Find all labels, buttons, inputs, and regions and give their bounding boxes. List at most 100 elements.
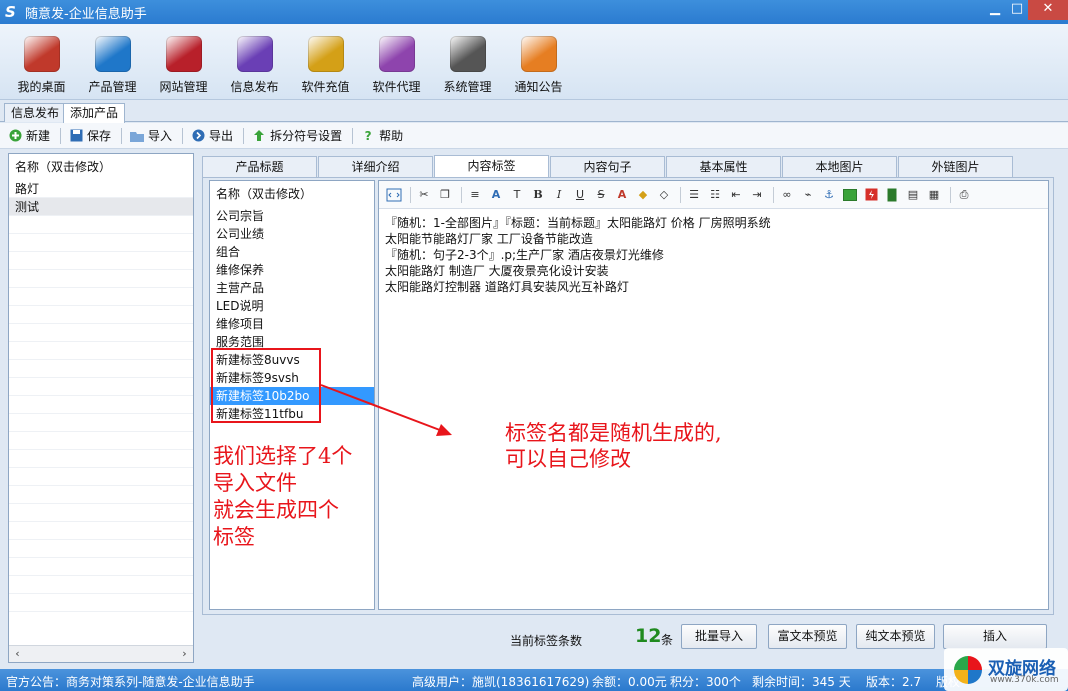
tag-list-item[interactable]: 公司业绩 <box>210 225 374 243</box>
eraser-icon[interactable]: ◇ <box>655 186 673 204</box>
plain-preview-button[interactable]: 纯文本预览 <box>856 624 935 649</box>
font-color-icon[interactable]: A <box>613 186 631 204</box>
highlight-icon[interactable]: ◆ <box>634 186 652 204</box>
toolbar-item-magic-wand[interactable]: 信息发布 <box>219 24 290 99</box>
empty-row <box>9 324 193 342</box>
export-button[interactable]: 导出 <box>191 127 233 144</box>
align-icon[interactable]: ≡ <box>466 186 484 204</box>
justify-icon[interactable]: ☰ <box>685 186 703 204</box>
font-size-icon[interactable]: T <box>508 186 526 204</box>
tag-list-item[interactable]: 组合 <box>210 243 374 261</box>
home-icon <box>23 36 60 72</box>
content-tab[interactable]: 详细介绍 <box>318 156 433 177</box>
toolbar-separator <box>60 127 62 144</box>
toolbar-item-home[interactable]: 我的桌面 <box>6 24 77 99</box>
split-settings-button[interactable]: 拆分符号设置 <box>252 127 342 144</box>
link-icon[interactable]: ∞ <box>778 186 796 204</box>
source-icon[interactable] <box>385 186 403 204</box>
tag-list-item[interactable]: LED说明 <box>210 297 374 315</box>
toolbar-separator <box>243 127 245 144</box>
italic-icon[interactable]: I <box>550 186 568 204</box>
media-icon[interactable] <box>883 186 901 204</box>
product-list-item[interactable]: 路灯 <box>9 180 193 198</box>
export-button-label: 导出 <box>209 129 234 143</box>
toolbar-item-gift[interactable]: 软件代理 <box>361 24 432 99</box>
tab-add-product[interactable]: 添加产品 <box>63 103 126 123</box>
minimize-button[interactable]: ▁ <box>984 0 1006 20</box>
list-icon[interactable]: ☷ <box>706 186 724 204</box>
content-tab[interactable]: 本地图片 <box>782 156 897 177</box>
empty-row <box>9 432 193 450</box>
editor-line: 太阳能路灯 制造厂 大厦夜景亮化设计安装 <box>385 264 609 278</box>
strikethrough-icon[interactable]: S <box>592 186 610 204</box>
cut-icon[interactable]: ✂ <box>415 186 433 204</box>
toolbar-item-server[interactable]: 网站管理 <box>148 24 219 99</box>
print-icon[interactable]: ⎙ <box>955 186 973 204</box>
page-tabs: 信息发布 添加产品 <box>0 100 1068 123</box>
save-button[interactable]: 保存 <box>69 127 111 144</box>
empty-row <box>9 288 193 306</box>
plus-circle-icon <box>8 129 22 143</box>
annotation-line: 可以自己修改 <box>505 447 631 471</box>
rich-preview-button[interactable]: 富文本预览 <box>768 624 847 649</box>
font-icon[interactable]: A <box>487 186 505 204</box>
underline-icon[interactable]: U <box>571 186 589 204</box>
help-button[interactable]: ? 帮助 <box>361 127 404 144</box>
outdent-icon[interactable]: ⇤ <box>727 186 745 204</box>
content-tabs: 产品标题 详细介绍 内容标签 内容句子 基本属性 本地图片 外链图片 <box>202 155 1052 177</box>
indent-icon[interactable]: ⇥ <box>748 186 766 204</box>
scroll-right-icon[interactable]: › <box>176 646 193 662</box>
maximize-button[interactable]: □ <box>1006 0 1028 20</box>
content-tab[interactable]: 内容标签 <box>434 155 549 177</box>
image-icon[interactable] <box>841 186 859 204</box>
magic-wand-icon <box>236 36 273 72</box>
toolbar-item-gear[interactable]: 系统管理 <box>432 24 503 99</box>
question-icon: ? <box>364 128 372 143</box>
tag-list-item[interactable]: 公司宗旨 <box>210 207 374 225</box>
tag-list-item[interactable]: 主营产品 <box>210 279 374 297</box>
toolbar-item-coins[interactable]: 软件充值 <box>290 24 361 99</box>
bold-icon[interactable]: B <box>529 186 547 204</box>
tag-count-label: 当前标签条数 <box>510 634 583 648</box>
toolbar-item-cloud[interactable]: 产品管理 <box>77 24 148 99</box>
empty-row <box>9 414 193 432</box>
unlink-icon[interactable]: ⌁ <box>799 186 817 204</box>
editor-content[interactable]: 『随机：1-全部图片』『标题：当前标题』太阳能路灯 价格 厂房照明系统 太阳能节能… <box>379 209 1048 301</box>
tag-list-item[interactable]: 维修项目 <box>210 315 374 333</box>
empty-row <box>9 396 193 414</box>
tab-info-publish[interactable]: 信息发布 <box>4 103 67 122</box>
toolbar-item-label: 产品管理 <box>88 80 137 94</box>
anchor-icon[interactable]: ⚓ <box>820 186 838 204</box>
toolbar-item-label: 通知公告 <box>514 80 563 94</box>
insert-button[interactable]: 插入 <box>943 624 1047 649</box>
close-button[interactable]: ✕ <box>1028 0 1068 20</box>
editor-line: 『随机：1-全部图片』『标题：当前标题』太阳能路灯 价格 厂房照明系统 <box>385 216 771 230</box>
content-tab[interactable]: 产品标题 <box>202 156 317 177</box>
tag-actions: 当前标签条数 12 条 批量导入 富文本预览 纯文本预览 插入 <box>202 620 1062 652</box>
content-tab[interactable]: 基本属性 <box>666 156 781 177</box>
content-tab[interactable]: 内容句子 <box>550 156 665 177</box>
editor-line: 『随机：句子2-3个』.p;生产厂家 酒店夜景灯光维修 <box>385 248 664 262</box>
floppy-disk-icon <box>69 129 83 143</box>
annotation-line: 标签 <box>213 525 255 549</box>
table-icon[interactable]: ▤ <box>904 186 922 204</box>
batch-import-button[interactable]: 批量导入 <box>681 624 757 649</box>
toolbar-item-label: 网站管理 <box>159 80 208 94</box>
new-button[interactable]: 新建 <box>8 127 50 144</box>
scroll-left-icon[interactable]: ‹ <box>9 646 26 662</box>
horizontal-scrollbar[interactable]: ‹ › <box>9 645 193 662</box>
content-tab[interactable]: 外链图片 <box>898 156 1013 177</box>
flash-icon[interactable] <box>862 186 880 204</box>
window-controls: ▁ □ ✕ <box>984 0 1068 24</box>
product-list-item[interactable]: 测试 <box>9 198 193 216</box>
copy-icon[interactable]: ❐ <box>436 186 454 204</box>
tag-list-item[interactable]: 维修保养 <box>210 261 374 279</box>
toolbar-separator <box>352 127 354 144</box>
empty-row <box>9 486 193 504</box>
import-button[interactable]: 导入 <box>130 127 172 144</box>
save-button-label: 保存 <box>87 129 112 143</box>
template-icon[interactable]: ▦ <box>925 186 943 204</box>
toolbar-item-document[interactable]: 通知公告 <box>503 24 574 99</box>
editor-toolbar: ✂ ❐ ≡ A T B I U S A ◆ ◇ ☰ ☷ ⇤ ⇥ ∞ ⌁ ⚓ ▤ … <box>379 181 1048 209</box>
product-list-header: 名称（双击修改） <box>15 160 112 174</box>
